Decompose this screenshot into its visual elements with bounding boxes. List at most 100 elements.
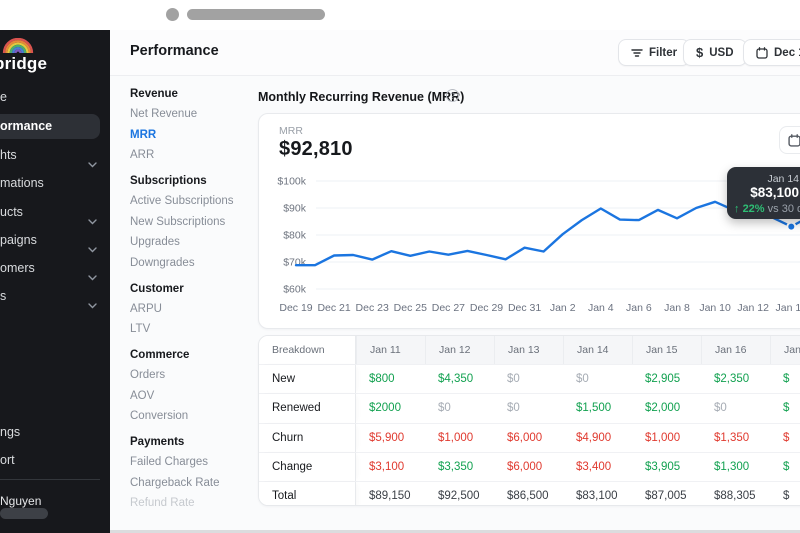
metrics-nav-section-title: Revenue xyxy=(130,88,178,100)
table-header-date: Jan 17 xyxy=(770,336,800,364)
table-header-row: Breakdown Jan 11 Jan 12 Jan 13 Jan 14 Jan 15 J… xyxy=(259,336,800,364)
sidebar-item[interactable]: omers xyxy=(0,256,110,281)
sidebar-item[interactable]: ormance xyxy=(0,114,100,139)
table-row[interactable]: New $800 $4,350 $0 $0 $2,905 $2,350 $ xyxy=(259,364,800,394)
table-cell: $3,400 xyxy=(576,461,612,474)
sidebar-footer-item[interactable]: ort xyxy=(0,448,110,472)
metrics-nav-item[interactable]: Active Subscriptions xyxy=(130,195,252,207)
table-cell: $ xyxy=(783,461,790,474)
metrics-nav-section-title: Payments xyxy=(130,436,185,448)
metrics-nav-item[interactable]: Conversion xyxy=(130,410,252,422)
metrics-nav-item[interactable]: Downgrades xyxy=(130,257,252,269)
app-screen: bridge e ormance hts mations ucts paigns omers… xyxy=(0,0,800,533)
metrics-nav-item[interactable]: Net Revenue xyxy=(130,108,252,120)
table-row-label: Renewed xyxy=(259,394,356,423)
sidebar-item-label: ucts xyxy=(0,205,23,219)
sidebar-item-label: s xyxy=(0,289,7,303)
sidebar-item-label: ormance xyxy=(0,119,53,133)
filter-button[interactable]: Filter xyxy=(618,39,691,66)
table-header-breakdown: Breakdown xyxy=(259,336,356,364)
page-header: Performance Filter $ USD Dec 17 xyxy=(110,30,800,76)
table-row-label: Churn xyxy=(259,423,356,452)
sidebar-item[interactable]: paigns xyxy=(0,228,110,253)
app-logo[interactable]: bridge xyxy=(0,36,110,82)
chevron-down-icon xyxy=(88,303,97,309)
sidebar-item-label: omers xyxy=(0,261,35,275)
sidebar-item[interactable]: e xyxy=(0,85,110,109)
sidebar-footer-item[interactable]: ngs xyxy=(0,420,110,444)
sidebar-item-label: hts xyxy=(0,148,17,162)
table-cell: $2,350 xyxy=(714,373,750,386)
sidebar-user-subtext-placeholder xyxy=(0,508,48,519)
sidebar-item-label: e xyxy=(0,90,7,104)
tooltip-delta: ↑ 22% vs 30 days xyxy=(734,203,800,215)
x-axis-tick: Jan 14 xyxy=(775,302,800,314)
table-cell: $88,305 xyxy=(714,490,756,503)
table-cell: $0 xyxy=(714,402,727,415)
sidebar-item-label: mations xyxy=(0,176,44,190)
metrics-nav-section: Payments Failed Charges Chargeback Rate Ref… xyxy=(130,436,252,509)
metrics-nav-item[interactable]: Orders xyxy=(130,369,252,381)
tooltip-date: Jan 14 xyxy=(767,173,799,185)
calendar-icon xyxy=(788,133,800,147)
sidebar-item[interactable]: mations xyxy=(0,171,110,195)
sidebar-item[interactable]: ucts xyxy=(0,200,110,225)
table-cell: $1,000 xyxy=(438,431,474,444)
sidebar-item[interactable]: hts xyxy=(0,143,110,168)
table-cell: $3,350 xyxy=(438,461,474,474)
metrics-nav-item[interactable]: New Subscriptions xyxy=(130,216,252,228)
table-cell: $ xyxy=(783,431,790,444)
table-cell: $ xyxy=(783,490,790,503)
highlighted-data-point[interactable] xyxy=(786,221,797,232)
svg-text:$90k: $90k xyxy=(283,203,307,215)
metrics-nav-item[interactable]: Chargeback Rate xyxy=(130,477,252,489)
table-row[interactable]: Change $3,100 $3,350 $6,000 $3,400 $3,905 $1,3… xyxy=(259,451,800,482)
browser-favicon-placeholder xyxy=(166,8,179,21)
sidebar-item[interactable]: s xyxy=(0,284,110,309)
chart-x-axis: Dec 19 Dec 21 Dec 23 Dec 25 Dec 27 Dec 29 Dec … xyxy=(259,302,800,316)
mrr-line-chart[interactable]: $100k $90k $80k $70k $60k xyxy=(259,169,800,319)
table-row[interactable]: Renewed $2000 $0 $0 $1,500 $2,000 $0 $ xyxy=(259,393,800,423)
chart-tooltip: Jan 14 $83,100 ↑ 22% vs 30 days xyxy=(727,167,800,219)
metrics-nav: Revenue Net Revenue MRR ARR Subscriptions Act… xyxy=(130,88,252,523)
browser-strip xyxy=(0,0,800,30)
metrics-nav-section: Customer ARPU LTV xyxy=(130,283,252,336)
help-icon[interactable]: ? xyxy=(446,89,459,102)
table-cell: $6,000 xyxy=(507,461,543,474)
metrics-nav-item[interactable]: Refund Rate xyxy=(130,497,252,509)
sidebar-divider xyxy=(0,479,100,480)
table-cell: $ xyxy=(783,373,790,386)
metric-label: MRR xyxy=(279,125,303,137)
table-row[interactable]: Total $89,150 $92,500 $86,500 $83,100 $87,005… xyxy=(259,481,800,505)
card-date-button[interactable] xyxy=(779,126,800,154)
table-cell: $92,500 xyxy=(438,490,480,503)
date-picker-button[interactable]: Dec 17 xyxy=(743,39,800,66)
metrics-nav-section-title: Customer xyxy=(130,282,184,295)
metrics-nav-item[interactable]: Failed Charges xyxy=(130,456,252,468)
table-cell: $5,900 xyxy=(369,431,405,444)
table-header-date: Jan 12 xyxy=(425,336,494,364)
metrics-nav-item[interactable]: ARR xyxy=(130,149,252,161)
filter-icon xyxy=(631,48,643,57)
table-cell: $0 xyxy=(576,373,589,386)
table-header-date: Jan 15 xyxy=(632,336,701,364)
dollar-icon: $ xyxy=(696,45,704,60)
svg-text:$70k: $70k xyxy=(283,257,307,269)
browser-tab-placeholder xyxy=(187,9,325,20)
metrics-nav-item[interactable]: AOV xyxy=(130,390,252,402)
metrics-nav-item[interactable]: ARPU xyxy=(130,303,252,315)
metrics-nav-item[interactable]: LTV xyxy=(130,323,252,335)
filter-button-label: Filter xyxy=(649,46,678,59)
table-row-label: New xyxy=(259,365,356,394)
table-cell: $0 xyxy=(507,373,520,386)
content-region: Performance Filter $ USD Dec 17 xyxy=(110,30,800,533)
calendar-icon xyxy=(756,46,768,59)
logo-text: bridge xyxy=(0,54,48,73)
table-cell: $1,000 xyxy=(645,431,681,444)
currency-button[interactable]: $ USD xyxy=(683,39,747,66)
metrics-nav-item[interactable]: MRR xyxy=(130,129,252,141)
metrics-nav-item[interactable]: Upgrades xyxy=(130,236,252,248)
table-cell: $87,005 xyxy=(645,490,687,503)
table-row[interactable]: Churn $5,900 $1,000 $6,000 $4,900 $1,000 $1,35… xyxy=(259,422,800,452)
tooltip-value: $83,100 xyxy=(750,185,799,200)
